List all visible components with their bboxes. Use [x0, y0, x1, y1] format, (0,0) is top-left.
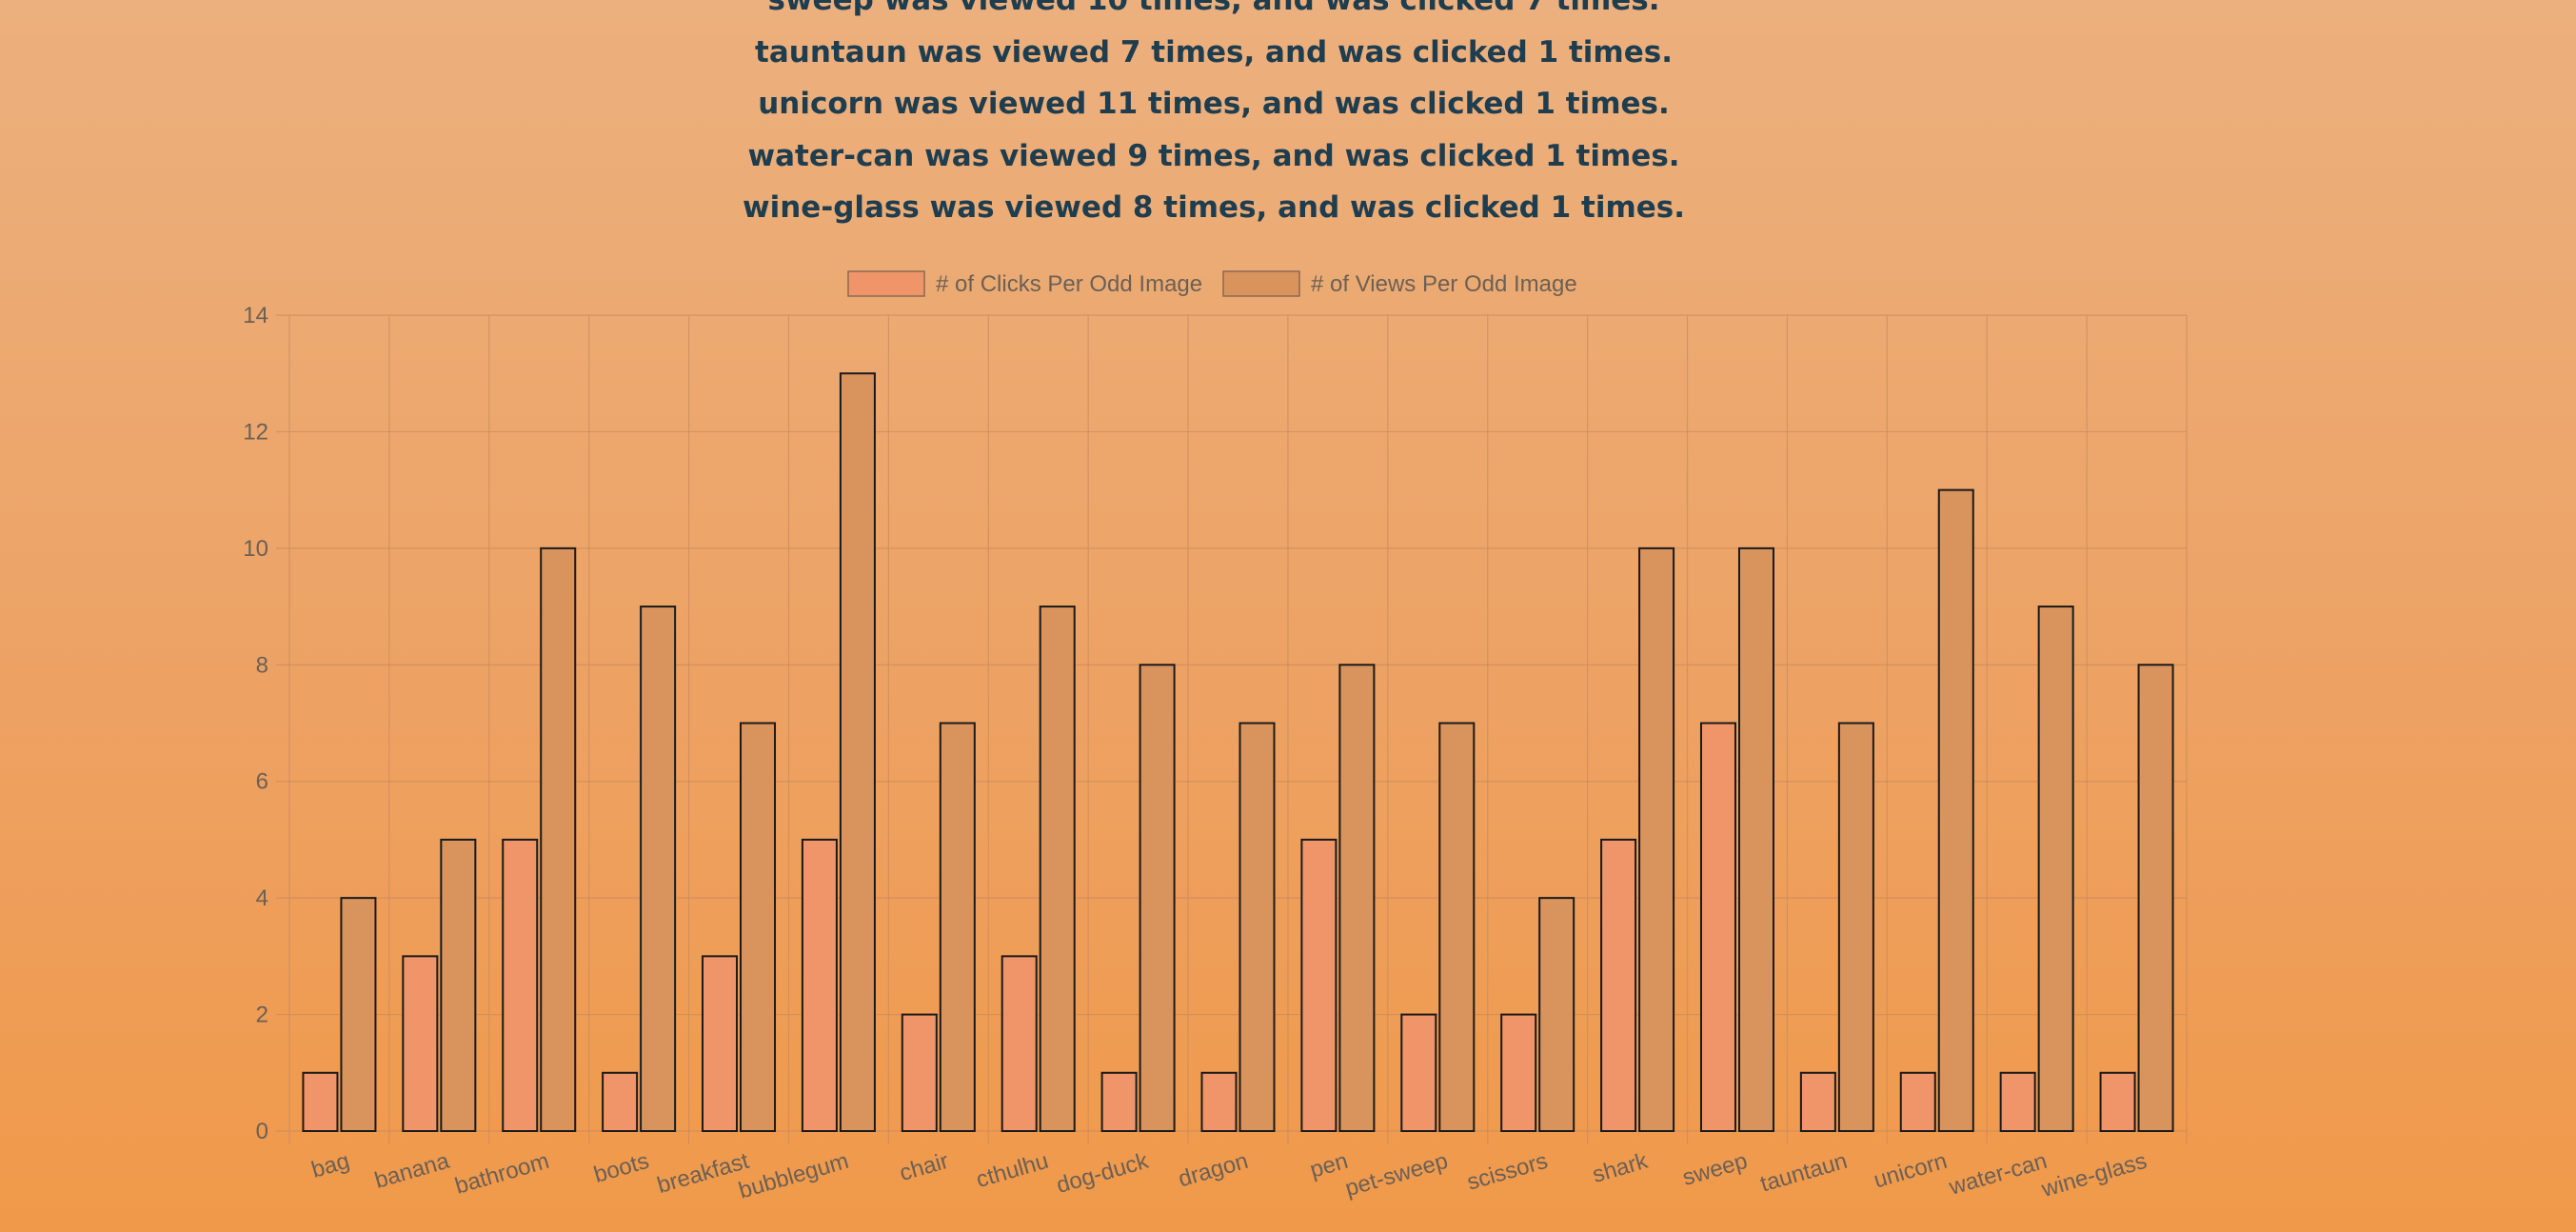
x-tick-label: bubblegum	[736, 1148, 852, 1204]
x-tick-label: breakfast	[654, 1148, 752, 1199]
clicks-bar	[702, 955, 739, 1132]
views-bar	[1638, 546, 1675, 1132]
clicks-bar	[502, 838, 539, 1133]
y-tick-label: 2	[256, 1003, 268, 1028]
clicks-bar	[1600, 838, 1637, 1133]
clicks-bar	[1999, 1071, 2036, 1133]
views-bar	[839, 372, 876, 1132]
clicks-bar	[602, 1071, 639, 1133]
views-bar	[1338, 664, 1376, 1132]
y-tick-label: 4	[256, 885, 268, 911]
x-tick-label: chair	[897, 1148, 951, 1186]
clicks-bar	[402, 955, 439, 1132]
x-tick-label: cthulhu	[974, 1148, 1052, 1193]
x-axis: bag banana bathroom boots breakfastbubblegum…	[308, 1148, 2150, 1204]
clicks-bar	[1799, 1071, 1836, 1133]
views-bar	[1538, 897, 1575, 1133]
x-tick-label: pet-sweep	[1342, 1148, 1451, 1202]
x-tick-label: banana	[372, 1148, 453, 1194]
x-tick-label: scissors	[1464, 1148, 1551, 1196]
views-bar	[1039, 606, 1076, 1132]
clicks-bar	[2099, 1071, 2136, 1133]
y-axis: 0 2 4 6 8 10 12 14	[243, 303, 268, 1144]
clicks-bar	[1100, 1071, 1138, 1133]
views-bar	[1837, 722, 1874, 1132]
legend-swatch	[847, 270, 925, 297]
views-bar	[540, 546, 577, 1132]
x-tick-label: wine-glass	[2038, 1148, 2150, 1202]
legend-label: # of Clicks Per Odd Image	[936, 271, 1202, 297]
y-tick-label: 8	[256, 652, 268, 678]
clicks-bar	[1699, 722, 1736, 1132]
views-bar	[2037, 606, 2074, 1132]
clicks-bar	[801, 838, 838, 1133]
legend-swatch	[1222, 270, 1300, 297]
x-tick-label: dog-duck	[1054, 1148, 1152, 1199]
chart-legend[interactable]: # of Clicks Per Odd Image # of Views Per …	[847, 270, 1577, 297]
y-tick-label: 0	[256, 1119, 268, 1144]
x-tick-label: tauntaun	[1757, 1148, 1850, 1198]
views-bar	[640, 606, 677, 1132]
x-tick-label: dragon	[1176, 1148, 1251, 1193]
views-bar	[939, 722, 976, 1132]
x-tick-label: shark	[1590, 1148, 1652, 1188]
y-tick-label: 14	[243, 303, 268, 328]
clicks-bar	[1400, 1013, 1437, 1132]
y-tick-label: 10	[243, 536, 268, 562]
x-tick-label: bathroom	[452, 1148, 552, 1200]
x-tick-label: bag	[308, 1148, 352, 1183]
views-bar	[1238, 722, 1276, 1132]
clicks-bar	[901, 1013, 938, 1132]
views-bar	[740, 722, 777, 1132]
bar-chart: # of Clicks Per Odd Image # of Views Per …	[243, 270, 2188, 1204]
chart-bars	[302, 372, 2174, 1133]
x-tick-label: boots	[591, 1148, 652, 1188]
x-tick-label: water-can	[1946, 1148, 2051, 1201]
views-bar	[1139, 664, 1176, 1132]
views-bar	[1737, 546, 1774, 1132]
clicks-bar	[1899, 1071, 1936, 1133]
views-bar	[340, 897, 377, 1133]
x-tick-label: unicorn	[1871, 1148, 1950, 1194]
legend-label: # of Views Per Odd Image	[1311, 271, 1577, 297]
clicks-bar	[302, 1071, 339, 1133]
clicks-bar	[1300, 838, 1338, 1133]
y-tick-label: 12	[243, 419, 268, 445]
views-bar	[440, 838, 477, 1133]
views-bar	[1438, 722, 1476, 1132]
clicks-bar	[1500, 1013, 1537, 1132]
clicks-bar	[1200, 1071, 1238, 1133]
x-tick-label: sweep	[1679, 1148, 1750, 1191]
clicks-bar	[1001, 955, 1038, 1132]
y-tick-label: 6	[256, 769, 268, 795]
views-bar	[1937, 488, 1974, 1132]
views-bar	[2137, 664, 2174, 1132]
